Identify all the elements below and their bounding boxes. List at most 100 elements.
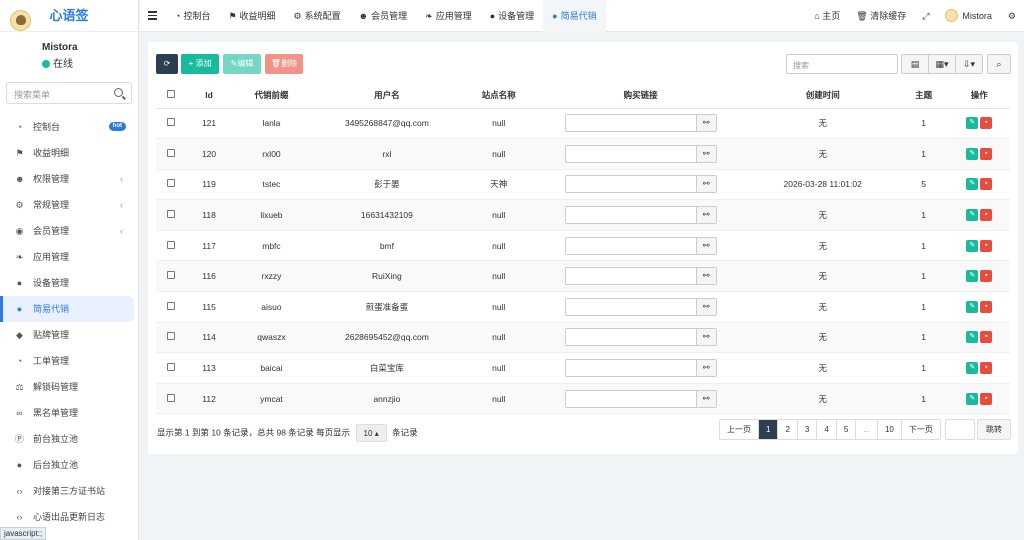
- advanced-search-button[interactable]: ⌕: [987, 54, 1011, 74]
- buy-link-input[interactable]: [565, 176, 696, 193]
- row-edit-button[interactable]: ✎: [966, 270, 979, 283]
- buy-link-input[interactable]: [565, 268, 696, 285]
- prev-page-button[interactable]: 上一页: [720, 420, 759, 439]
- page-button[interactable]: ...: [856, 420, 878, 439]
- row-checkbox[interactable]: [167, 363, 176, 372]
- sidebar-item-10[interactable]: ⚖ 解锁码管理: [0, 374, 139, 400]
- search-menu-input[interactable]: 搜索菜单: [6, 82, 132, 104]
- row-checkbox[interactable]: [167, 179, 176, 188]
- row-checkbox[interactable]: [167, 332, 176, 341]
- row-select-cell[interactable]: [156, 260, 187, 293]
- link-copy-button[interactable]: ⚯: [695, 298, 716, 315]
- row-delete-button[interactable]: ▪: [980, 362, 993, 375]
- row-delete-button[interactable]: ▪: [980, 209, 993, 222]
- columns-button[interactable]: ▦▾: [929, 55, 956, 73]
- buy-link-input[interactable]: [565, 115, 696, 132]
- sidebar-item-2[interactable]: ☻ 权限管理 ‹: [0, 166, 139, 192]
- link-copy-button[interactable]: ⚯: [695, 145, 716, 162]
- tab-1[interactable]: ⚑ 收益明细: [219, 0, 284, 32]
- buy-link-input[interactable]: [565, 298, 696, 315]
- link-copy-button[interactable]: ⚯: [695, 176, 716, 193]
- buy-link-input[interactable]: [565, 237, 696, 254]
- sidebar-item-14[interactable]: ‹› 对接第三方证书站: [0, 478, 139, 504]
- tab-6[interactable]: ● 简易代销: [543, 0, 606, 32]
- row-edit-button[interactable]: ✎: [966, 300, 979, 313]
- select-all-cell[interactable]: [156, 83, 187, 109]
- tab-5[interactable]: ● 设备管理: [481, 0, 543, 32]
- buy-link-input[interactable]: [565, 360, 696, 377]
- link-copy-button[interactable]: ⚯: [695, 237, 716, 254]
- row-edit-button[interactable]: ✎: [966, 362, 979, 375]
- tab-3[interactable]: ☻ 会员管理: [350, 0, 417, 32]
- buy-link-input[interactable]: [565, 329, 696, 346]
- next-page-button[interactable]: 下一页: [902, 420, 940, 439]
- page-button[interactable]: 5: [837, 420, 857, 439]
- row-edit-button[interactable]: ✎: [966, 331, 979, 344]
- row-select-cell[interactable]: [156, 352, 187, 384]
- row-delete-button[interactable]: ▪: [980, 147, 993, 160]
- sidebar-item-8[interactable]: ◆ 贴牌管理: [0, 322, 139, 348]
- page-button[interactable]: 3: [798, 420, 818, 439]
- row-select-cell[interactable]: [156, 322, 187, 354]
- sidebar-item-5[interactable]: ❧ 应用管理: [0, 244, 139, 270]
- row-checkbox[interactable]: [167, 118, 176, 127]
- tab-2[interactable]: ⚙ 系统配置: [285, 0, 350, 32]
- page-size-select[interactable]: 10 ▴: [355, 424, 387, 442]
- sidebar-item-3[interactable]: ⚙ 常规管理 ‹: [0, 192, 139, 218]
- column-header-created[interactable]: 创建时间: [746, 83, 899, 109]
- sidebar-item-0[interactable]: ◔ 控制台 hot: [0, 114, 139, 140]
- row-select-cell[interactable]: [156, 291, 187, 323]
- settings-button[interactable]: ⚙: [1000, 0, 1024, 32]
- home-link[interactable]: ⌂ 主页: [806, 0, 848, 32]
- row-delete-button[interactable]: ▪: [980, 239, 993, 252]
- row-delete-button[interactable]: ▪: [980, 270, 993, 283]
- link-copy-button[interactable]: ⚯: [695, 268, 716, 285]
- jump-button[interactable]: 跳转: [977, 419, 1011, 440]
- row-checkbox[interactable]: [167, 271, 176, 280]
- refresh-button[interactable]: ⟳: [156, 54, 178, 74]
- buy-link-input[interactable]: [565, 145, 696, 162]
- toggle-view-button[interactable]: ▤: [902, 55, 929, 73]
- row-select-cell[interactable]: [156, 138, 187, 170]
- row-checkbox[interactable]: [167, 240, 176, 249]
- buy-link-input[interactable]: [565, 390, 696, 407]
- page-button[interactable]: 10: [878, 420, 902, 439]
- column-header-buy-link[interactable]: 购买链接: [534, 83, 747, 109]
- sidebar-item-4[interactable]: ◉ 会员管理 ‹: [0, 218, 139, 244]
- row-checkbox[interactable]: [167, 301, 176, 310]
- column-header-theme[interactable]: 主题: [898, 83, 949, 109]
- row-edit-button[interactable]: ✎: [966, 117, 979, 130]
- column-header-username[interactable]: 用户名: [310, 83, 463, 109]
- sidebar-item-1[interactable]: ⚑ 收益明细: [0, 140, 139, 166]
- menu-toggle-icon[interactable]: [148, 11, 157, 20]
- tab-0[interactable]: ◔ 控制台: [166, 0, 219, 32]
- sidebar-item-13[interactable]: ● 后台独立池: [0, 452, 139, 478]
- row-edit-button[interactable]: ✎: [966, 392, 979, 405]
- column-header-prefix[interactable]: 代销前缀: [231, 83, 311, 109]
- add-button[interactable]: + 添加: [181, 54, 219, 74]
- table-search-input[interactable]: 搜索: [786, 54, 898, 74]
- row-select-cell[interactable]: [156, 108, 187, 140]
- sidebar-item-12[interactable]: Ⓟ 前台独立池: [0, 426, 139, 452]
- row-edit-button[interactable]: ✎: [966, 147, 979, 160]
- row-delete-button[interactable]: ▪: [980, 392, 993, 405]
- clear-cache-link[interactable]: 🗑 清除缓存: [848, 0, 914, 32]
- page-button[interactable]: 1: [759, 420, 779, 439]
- tab-4[interactable]: ❧ 应用管理: [416, 0, 481, 32]
- page-button[interactable]: 4: [817, 420, 837, 439]
- page-button[interactable]: 2: [778, 420, 798, 439]
- link-copy-button[interactable]: ⚯: [695, 207, 716, 224]
- buy-link-input[interactable]: [565, 207, 696, 224]
- row-delete-button[interactable]: ▪: [980, 117, 993, 130]
- delete-button[interactable]: 🗑删除: [265, 54, 303, 74]
- row-checkbox[interactable]: [167, 393, 176, 402]
- row-delete-button[interactable]: ▪: [980, 300, 993, 313]
- row-checkbox[interactable]: [167, 148, 176, 157]
- link-copy-button[interactable]: ⚯: [695, 115, 716, 132]
- row-edit-button[interactable]: ✎: [966, 178, 979, 191]
- column-header-id[interactable]: Id: [186, 83, 232, 109]
- link-copy-button[interactable]: ⚯: [695, 329, 716, 346]
- fullscreen-button[interactable]: ⤢: [914, 0, 937, 32]
- sidebar-item-7[interactable]: ● 简易代销: [0, 296, 134, 322]
- row-select-cell[interactable]: [156, 199, 187, 231]
